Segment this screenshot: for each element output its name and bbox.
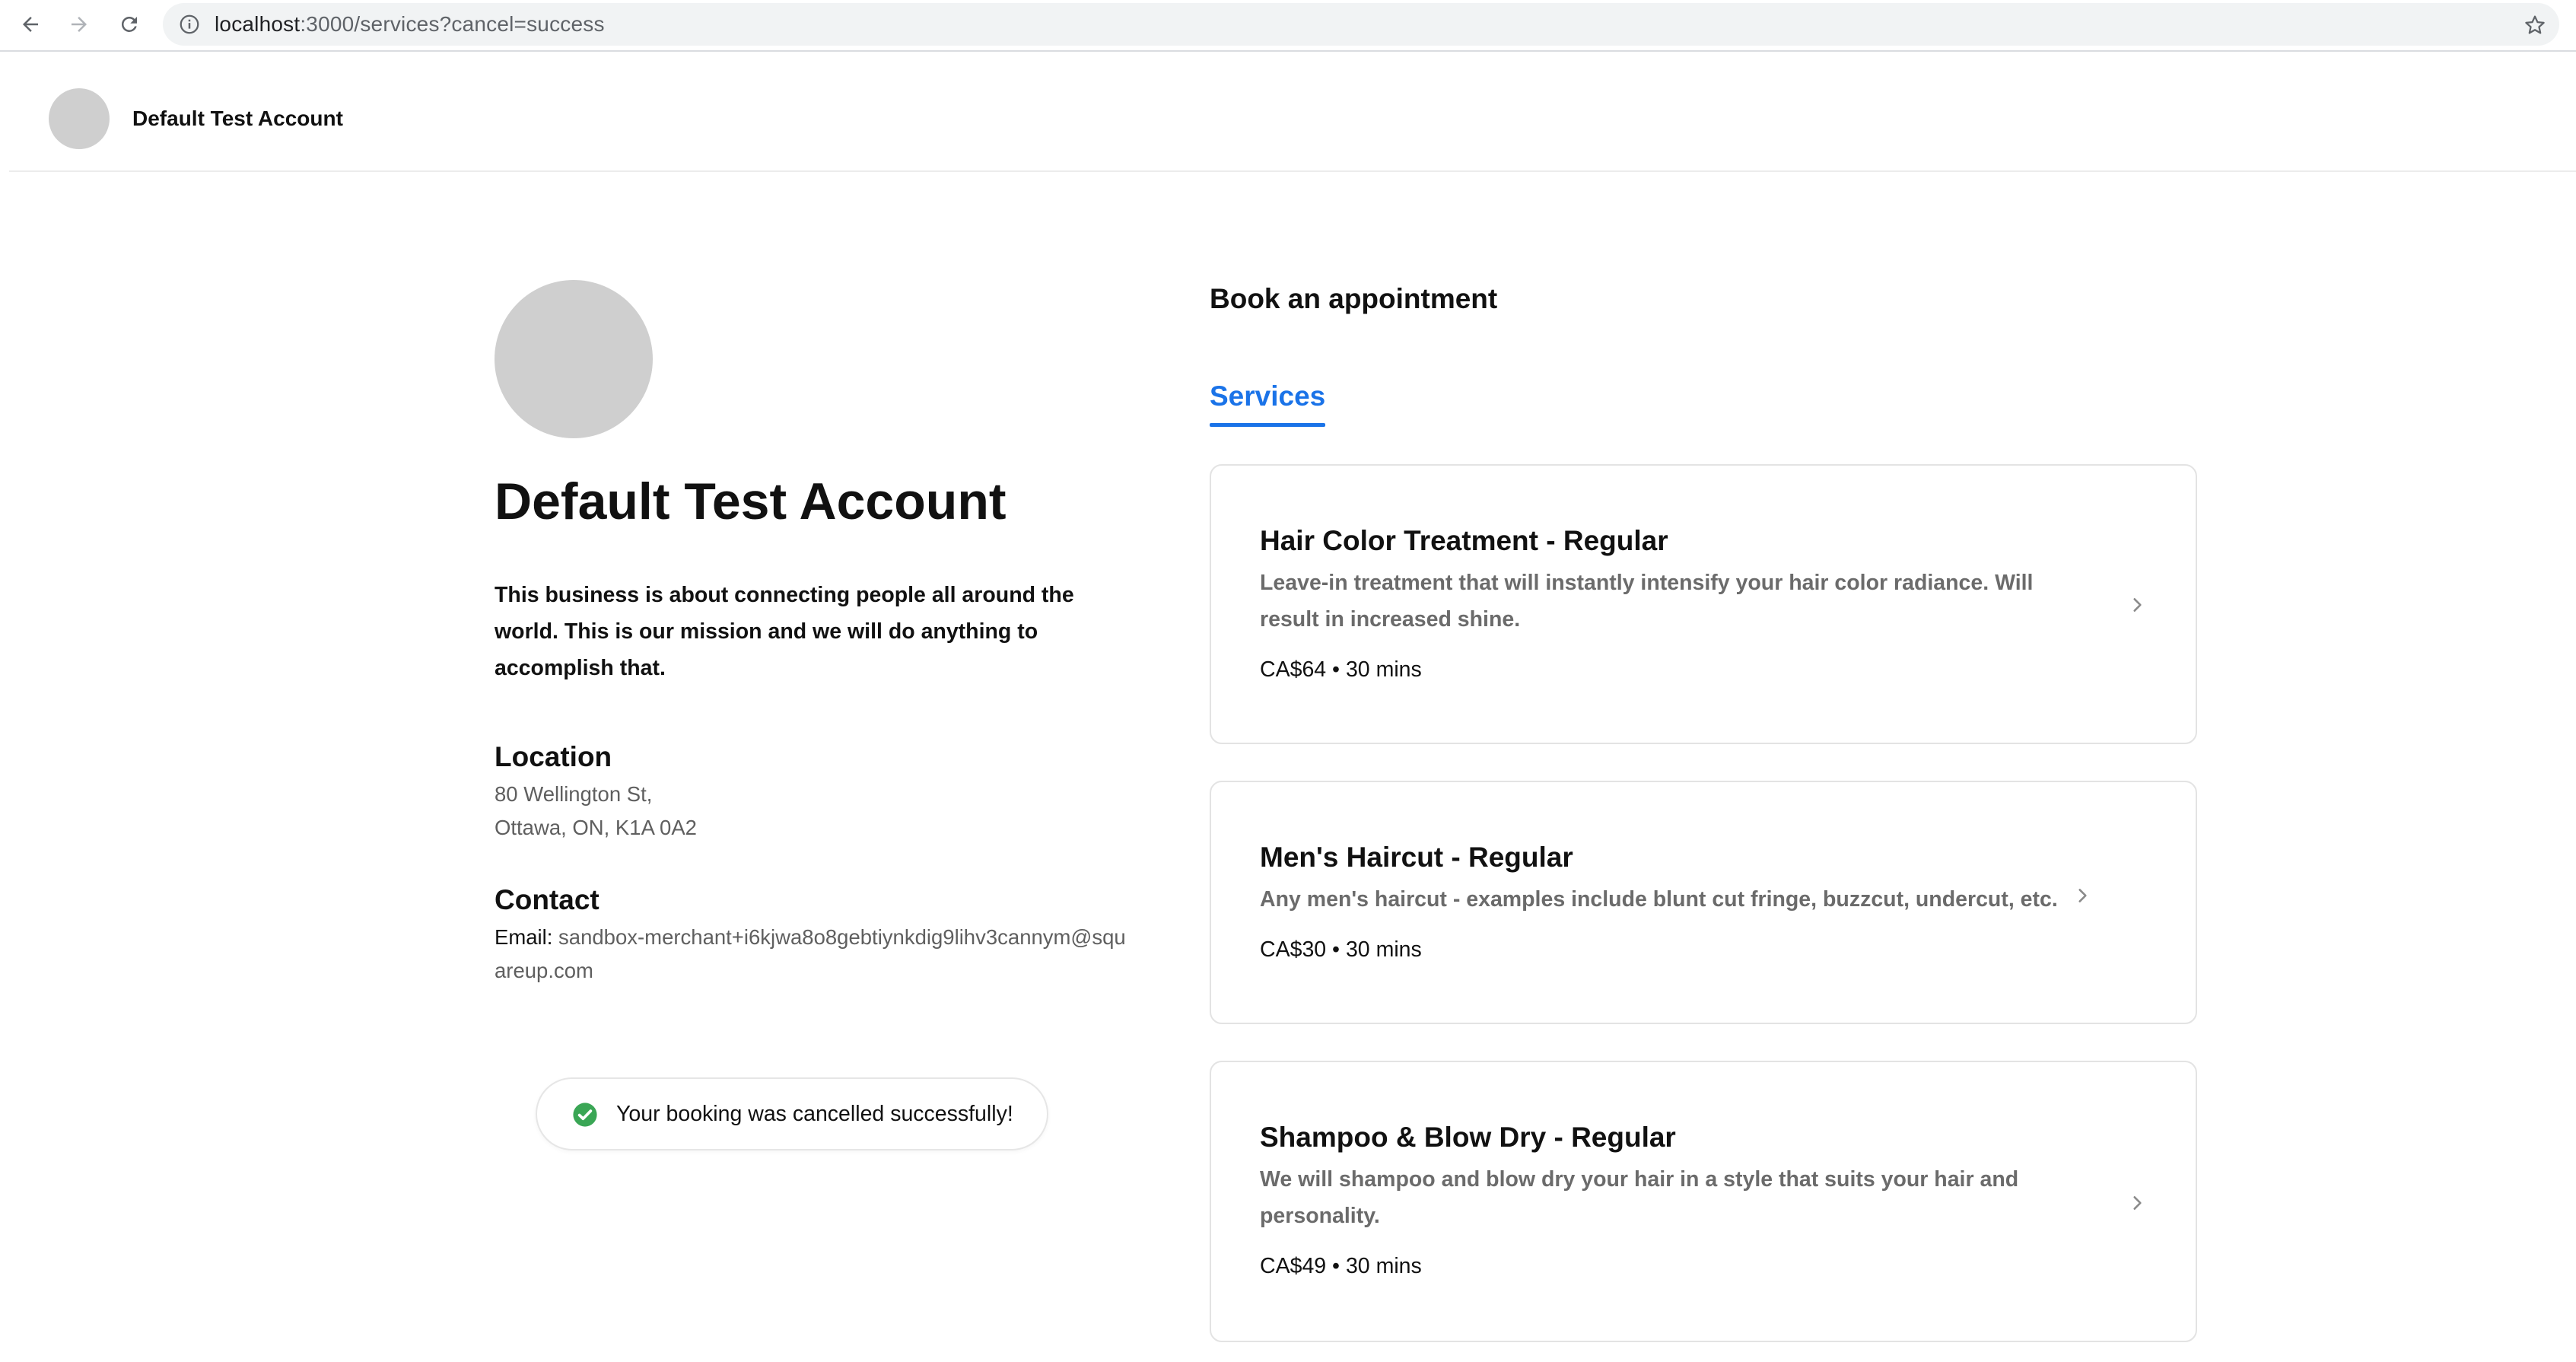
header-account-name[interactable]: Default Test Account — [132, 107, 343, 131]
info-icon[interactable] — [178, 13, 201, 36]
service-card[interactable]: Hair Color Treatment - Regular Leave-in … — [1210, 464, 2197, 744]
app-header: Default Test Account — [9, 52, 2576, 172]
service-description: Any men's haircut - examples include blu… — [1260, 887, 2058, 912]
location-heading: Location — [495, 741, 612, 772]
service-card[interactable]: Shampoo & Blow Dry - Regular We will sha… — [1210, 1061, 2197, 1342]
business-description: This business is about connecting people… — [495, 583, 1074, 680]
reload-icon — [121, 16, 137, 32]
avatar[interactable] — [49, 88, 110, 149]
reload-button[interactable] — [114, 9, 145, 40]
address-bar[interactable]: localhost:3000/services?cancel=success — [163, 3, 2559, 46]
address-line-2: Ottawa, ON, K1A 0A2 — [495, 816, 697, 839]
page-title: Default Test Account — [495, 473, 1007, 530]
service-name: Hair Color Treatment - Regular — [1260, 525, 1668, 556]
url-path: :3000/services?cancel=success — [300, 12, 605, 36]
service-name: Men's Haircut - Regular — [1260, 842, 1573, 873]
tab-services[interactable]: Services — [1210, 380, 1325, 429]
url-text[interactable]: localhost:3000/services?cancel=success — [215, 3, 605, 46]
service-description: Leave-in treatment that will instantly i… — [1260, 571, 2034, 632]
toast-message: Your booking was cancelled successfully! — [616, 1102, 1013, 1126]
star-icon[interactable] — [2523, 13, 2547, 37]
address: 80 Wellington St, Ottawa, ON, K1A 0A2 — [495, 778, 697, 845]
service-price-duration: CA$64 • 30 mins — [1260, 657, 1422, 682]
arrow-left-icon — [23, 17, 38, 32]
cancel-success-toast: Your booking was cancelled successfully! — [536, 1077, 1048, 1150]
business-avatar — [495, 280, 653, 438]
email-label: Email: — [495, 925, 553, 949]
service-name: Shampoo & Blow Dry - Regular — [1260, 1122, 1676, 1153]
forward-button[interactable] — [64, 9, 94, 40]
check-circle-icon — [573, 1103, 597, 1127]
chevron-right-icon — [2078, 889, 2087, 902]
service-card[interactable]: Men's Haircut - Regular Any men's haircu… — [1210, 781, 2197, 1024]
email-value[interactable]: sandbox-merchant+i6kjwa8o8gebtiynkdig9li… — [495, 925, 1126, 982]
service-price-duration: CA$30 • 30 mins — [1260, 937, 1422, 962]
chevron-right-icon — [2133, 598, 2142, 612]
service-description: We will shampoo and blow dry your hair i… — [1260, 1167, 2019, 1228]
booking-heading: Book an appointment — [1210, 283, 1498, 314]
contact-email: Email: sandbox-merchant+i6kjwa8o8gebtiyn… — [495, 921, 1134, 988]
service-price-duration: CA$49 • 30 mins — [1260, 1254, 1422, 1278]
address-line-1: 80 Wellington St, — [495, 782, 653, 806]
back-button[interactable] — [15, 9, 46, 40]
url-host: localhost — [215, 12, 301, 36]
contact-heading: Contact — [495, 884, 599, 915]
browser-toolbar: localhost:3000/services?cancel=success — [0, 0, 2576, 52]
arrow-right-icon — [72, 17, 87, 32]
active-tab-indicator — [1210, 423, 1325, 427]
chevron-right-icon — [2133, 1196, 2142, 1210]
